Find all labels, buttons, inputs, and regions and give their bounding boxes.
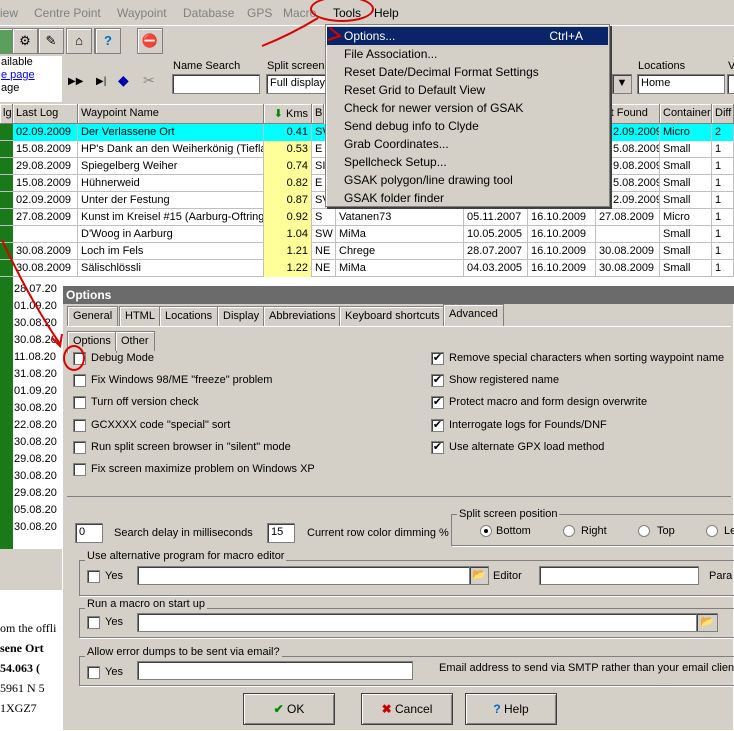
- annotation-arrows: [1, 17, 343, 349]
